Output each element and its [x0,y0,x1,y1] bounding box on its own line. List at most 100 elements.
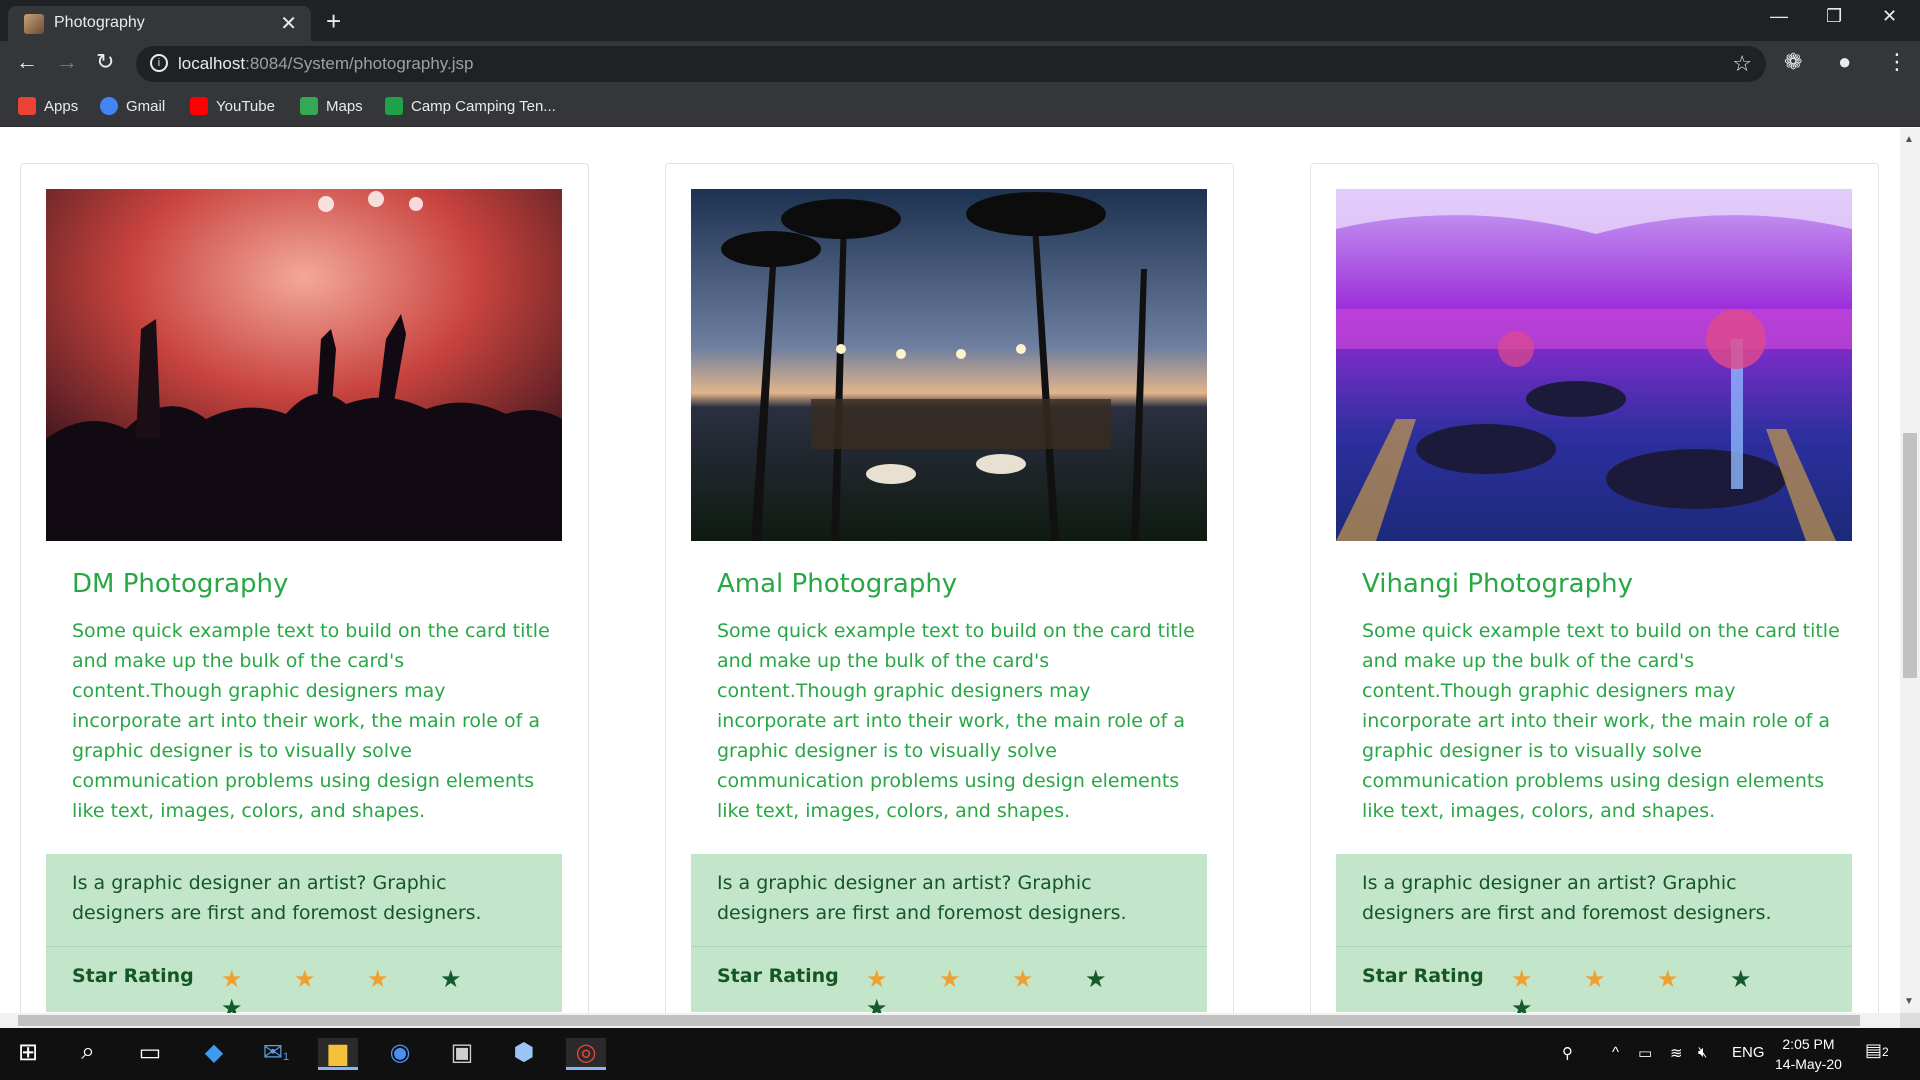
vertical-scrollbar[interactable]: ▲ ▼ [1900,128,1920,1013]
rating-label: Star Rating [72,965,194,987]
volume-muted-icon[interactable]: 🔇︎ [1698,1044,1707,1061]
bookmark-label: YouTube [216,98,275,115]
mail-icon[interactable]: ✉1 [256,1038,296,1070]
horizontal-scrollbar[interactable] [0,1013,1900,1028]
system-clock[interactable]: 2:05 PM 14-May-20 [1775,1034,1842,1074]
banquet-hall-photo [1336,189,1852,541]
star-icon[interactable]: ★ [221,965,294,994]
language-indicator[interactable]: ENG [1732,1044,1765,1061]
scroll-down-icon[interactable]: ▼ [1904,996,1914,1007]
google-icon [100,97,118,115]
browser-toolbar: ← → ↻ i localhost:8084/System/photograph… [0,41,1920,87]
card-rating: Star Rating ★ ★ ★ ★★ [46,946,562,1013]
file-explorer-icon[interactable]: ▆ [318,1038,358,1070]
card-rating: Star Rating ★ ★ ★ ★★ [1336,946,1852,1013]
star-icon[interactable]: ★ [866,994,939,1013]
tab-title: Photography [54,14,145,31]
star-icon[interactable]: ★ [939,965,1012,994]
scroll-up-icon[interactable]: ▲ [1904,134,1914,145]
card-text: Some quick example text to build on the … [717,620,1195,822]
virtualbox-icon[interactable]: ⬢ [504,1038,544,1070]
star-icon[interactable]: ★ [866,965,939,994]
apps-grid-icon [18,97,36,115]
star-rating[interactable]: ★ ★ ★ ★★ [221,965,562,1013]
star-icon[interactable]: ★ [294,965,367,994]
youtube-icon [190,97,208,115]
wifi-icon[interactable]: ≋ [1670,1044,1683,1062]
card-rating: Star Rating ★ ★ ★ ★★ [691,946,1207,1013]
star-icon[interactable]: ★ [1085,965,1158,994]
bookmark-maps[interactable]: Maps [300,97,363,115]
people-icon[interactable]: ⚲ [1562,1044,1573,1062]
star-icon[interactable]: ★ [1511,965,1584,994]
task-view-icon[interactable]: ▭ [130,1038,170,1070]
address-url[interactable]: localhost:8084/System/photography.jsp [178,54,474,74]
bookmark-camp[interactable]: Camp Camping Ten... [385,97,556,115]
star-icon[interactable]: ★ [367,965,440,994]
windows-start-icon[interactable]: ⊞ [8,1038,48,1070]
maps-icon [300,97,318,115]
notification-center-icon[interactable]: ▤2 [1865,1040,1895,1066]
restore-icon[interactable]: ❐ [1826,6,1842,27]
bookmark-label: Maps [326,98,363,115]
tab-favicon-icon [24,14,44,34]
px-icon [385,97,403,115]
card-text: Some quick example text to build on the … [1362,620,1840,822]
site-info-icon[interactable]: i [150,54,168,72]
extension-icon[interactable]: ❁ [1784,49,1802,75]
terminal-icon[interactable]: ▣ [442,1038,482,1070]
scrollbar-thumb[interactable] [18,1015,1860,1026]
close-window-icon[interactable]: ✕ [1882,6,1897,27]
url-path: :8084/System/photography.jsp [245,54,474,73]
tab-strip: Photography ✕ + — ❐ ✕ [0,0,1920,41]
star-rating[interactable]: ★ ★ ★ ★★ [1511,965,1852,1013]
bookmark-gmail[interactable]: Gmail [100,97,165,115]
rating-label: Star Rating [717,965,839,987]
address-bar[interactable]: i localhost:8084/System/photography.jsp … [136,46,1766,82]
search-icon[interactable]: ⌕ [68,1038,108,1070]
card-quote: Is a graphic designer an artist? Graphic… [691,854,1207,946]
card-quote: Is a graphic designer an artist? Graphic… [46,854,562,946]
new-tab-icon[interactable]: + [326,6,341,37]
url-host: localhost [178,54,246,73]
bookmark-youtube[interactable]: YouTube [190,97,275,115]
profile-avatar-icon[interactable]: ● [1838,49,1851,75]
card-title: Amal Photography [717,569,958,599]
forward-icon[interactable]: → [56,49,78,75]
tab-close-icon[interactable]: ✕ [280,11,297,36]
star-icon[interactable]: ★ [1657,965,1730,994]
browser-tab[interactable]: Photography ✕ [8,6,311,41]
beach-event-photo [691,189,1207,541]
bookmark-apps[interactable]: Apps [18,97,78,115]
minimize-icon[interactable]: — [1770,6,1788,27]
vscode-icon[interactable]: ◆ [194,1038,234,1070]
star-icon[interactable]: ★ [1730,965,1803,994]
card-quote: Is a graphic designer an artist? Graphic… [1336,854,1852,946]
bookmarks-bar: Apps Gmail YouTube Maps Camp Camping Ten… [0,87,1920,127]
star-icon[interactable]: ★ [1012,965,1085,994]
star-icon[interactable]: ★ [1584,965,1657,994]
mail-badge: 1 [282,1051,290,1063]
page-content: DM Photography Some quick example text t… [0,128,1900,1013]
clock-time: 2:05 PM [1782,1036,1835,1052]
star-icon[interactable]: ★ [440,965,513,994]
bookmark-label: Camp Camping Ten... [411,98,556,115]
chrome-icon[interactable]: ◎ [566,1038,606,1070]
scrollbar-thumb[interactable] [1903,433,1917,678]
photographer-card: DM Photography Some quick example text t… [20,163,589,1013]
star-rating[interactable]: ★ ★ ★ ★★ [866,965,1207,1013]
scrollbar-corner [1900,1013,1920,1028]
bookmark-label: Gmail [126,98,166,115]
menu-kebab-icon[interactable]: ⋮ [1886,49,1908,75]
battery-icon[interactable]: ▭ [1638,1044,1652,1062]
tray-expand-icon[interactable]: ^ [1612,1044,1619,1061]
star-icon[interactable]: ★ [221,994,294,1013]
photographer-card: Vihangi Photography Some quick example t… [1310,163,1879,1013]
star-icon[interactable]: ★ [1511,994,1584,1013]
bookmark-star-icon[interactable]: ☆ [1732,51,1752,77]
clock-date: 14-May-20 [1775,1056,1842,1072]
firefox-icon[interactable]: ◉ [380,1038,420,1070]
notification-count: 2 [1882,1045,1889,1059]
reload-icon[interactable]: ↻ [96,49,114,75]
back-icon[interactable]: ← [16,49,38,75]
